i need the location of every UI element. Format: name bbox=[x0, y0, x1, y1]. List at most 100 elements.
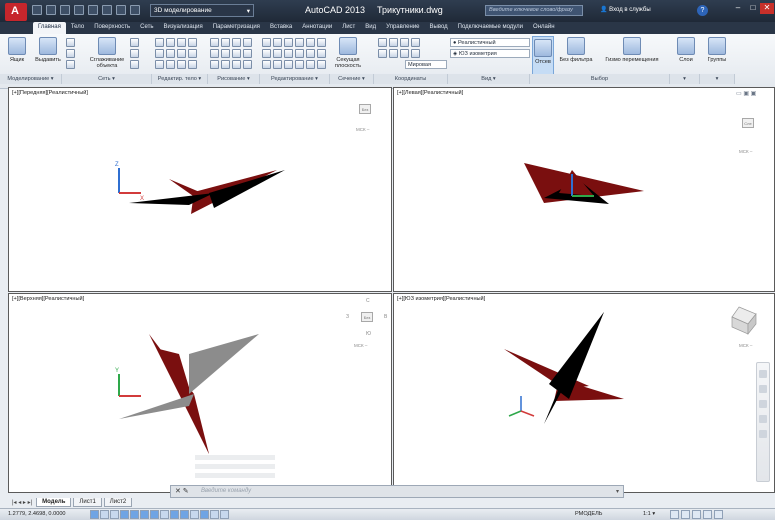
viewport-left[interactable]: [+][Левая][Реалистичный] ▭ ▣ ▣ Сле МСК – bbox=[393, 87, 775, 292]
tab-layout1[interactable]: Лист1 bbox=[73, 498, 102, 507]
union-icon[interactable] bbox=[155, 38, 164, 47]
view-select[interactable]: ◈ ЮЗ изометрия bbox=[450, 49, 530, 58]
osnap-toggle-icon[interactable] bbox=[130, 510, 139, 519]
erase-icon[interactable] bbox=[295, 38, 304, 47]
crease-icon[interactable] bbox=[130, 60, 139, 69]
array-icon[interactable] bbox=[306, 49, 315, 58]
fillet-edge-icon[interactable] bbox=[166, 60, 175, 69]
polysolid-icon[interactable] bbox=[66, 38, 75, 47]
panel-label-modeling[interactable]: Моделирование ▾ bbox=[0, 74, 62, 84]
region-icon[interactable] bbox=[221, 60, 230, 69]
panel-label-groups[interactable]: ▾ bbox=[700, 74, 735, 84]
3d-osnap-toggle-icon[interactable] bbox=[140, 510, 149, 519]
stretch-icon[interactable] bbox=[284, 49, 293, 58]
dyn-toggle-icon[interactable] bbox=[170, 510, 179, 519]
ribbon-tab[interactable]: Онлайн bbox=[528, 22, 559, 34]
sign-in-link[interactable]: 👤 Вход в службы bbox=[600, 6, 651, 13]
taper-icon[interactable] bbox=[177, 60, 186, 69]
3d-move-icon[interactable] bbox=[317, 60, 326, 69]
close-icon[interactable]: ✕ ✎ bbox=[175, 487, 189, 495]
boundary-icon[interactable] bbox=[232, 60, 241, 69]
extrude-button[interactable]: Выдавить bbox=[34, 37, 62, 63]
ribbon-tab[interactable]: Лист bbox=[337, 22, 360, 34]
ucs-zaxis-icon[interactable] bbox=[411, 49, 420, 58]
panel-label-coordinates[interactable]: Координаты bbox=[374, 74, 448, 84]
ribbon-tab[interactable]: Параметризация bbox=[208, 22, 265, 34]
thicken-icon[interactable] bbox=[166, 49, 175, 58]
panel-label-view[interactable]: Вид ▾ bbox=[448, 74, 530, 84]
offset-face-icon[interactable] bbox=[188, 60, 197, 69]
move-icon[interactable] bbox=[262, 38, 271, 47]
undo-icon[interactable] bbox=[102, 5, 112, 15]
culling-button[interactable]: Отсев bbox=[532, 36, 554, 76]
slice-icon[interactable] bbox=[188, 38, 197, 47]
ellipse-icon[interactable] bbox=[232, 49, 241, 58]
minimize-button[interactable]: – bbox=[731, 3, 745, 14]
trim-icon[interactable] bbox=[284, 38, 293, 47]
line-icon[interactable] bbox=[243, 38, 252, 47]
command-input[interactable]: Введите команду bbox=[201, 488, 251, 494]
ucs-icon[interactable] bbox=[378, 38, 387, 47]
shell-icon[interactable] bbox=[155, 60, 164, 69]
polar-toggle-icon[interactable] bbox=[120, 510, 129, 519]
viewport-front[interactable]: [+][Передняя][Реалистичный] Без МСК – Z … bbox=[8, 87, 392, 292]
command-line[interactable]: ✕ ✎ Введите команду ▾ bbox=[170, 485, 624, 498]
ucs-view-icon[interactable] bbox=[389, 49, 398, 58]
lock-icon[interactable] bbox=[681, 510, 690, 519]
tab-model[interactable]: Модель bbox=[36, 498, 72, 507]
save-icon[interactable] bbox=[60, 5, 70, 15]
offset-icon[interactable] bbox=[317, 49, 326, 58]
panel-label-section[interactable]: Сечение ▾ bbox=[330, 74, 374, 84]
panel-label-mesh[interactable]: Сеть ▾ bbox=[62, 74, 152, 84]
redo-icon[interactable] bbox=[116, 5, 126, 15]
layers-button[interactable]: Слои bbox=[674, 37, 698, 63]
fillet-icon[interactable] bbox=[262, 49, 271, 58]
am-toggle-icon[interactable] bbox=[220, 510, 229, 519]
hatch-icon[interactable] bbox=[210, 60, 219, 69]
sc-toggle-icon[interactable] bbox=[210, 510, 219, 519]
ribbon-tab[interactable]: Сеть bbox=[135, 22, 158, 34]
ucs-world-icon[interactable] bbox=[389, 38, 398, 47]
workspace-select[interactable]: 3D моделирование ▾ bbox=[150, 4, 254, 17]
sweep-icon[interactable] bbox=[66, 60, 75, 69]
annotation-scale[interactable]: 1:1 ▾ bbox=[643, 511, 655, 517]
snap-toggle-icon[interactable] bbox=[90, 510, 99, 519]
ribbon-tab[interactable]: Визуализация bbox=[158, 22, 207, 34]
polygon-icon[interactable] bbox=[243, 49, 252, 58]
3d-array-icon[interactable] bbox=[295, 60, 304, 69]
groups-button[interactable]: Группы bbox=[702, 37, 732, 63]
tab-nav-arrows[interactable]: |◂ ◂ ▸ ▸| bbox=[10, 499, 34, 506]
ducs-toggle-icon[interactable] bbox=[160, 510, 169, 519]
clean-screen-icon[interactable] bbox=[714, 510, 723, 519]
panel-label-solid-edit[interactable]: Редактир. тело ▾ bbox=[152, 74, 208, 84]
grid-toggle-icon[interactable] bbox=[100, 510, 109, 519]
ribbon-tab[interactable]: Главная bbox=[33, 22, 66, 34]
panel-label-layers[interactable]: ▾ bbox=[670, 74, 700, 84]
ribbon-tab[interactable]: Тело bbox=[66, 22, 89, 34]
ribbon-tab[interactable]: Поверхность bbox=[89, 22, 135, 34]
rotate-icon[interactable] bbox=[273, 38, 282, 47]
scale-icon[interactable] bbox=[295, 49, 304, 58]
3d-mirror-icon[interactable] bbox=[284, 60, 293, 69]
hardware-accel-icon[interactable] bbox=[692, 510, 701, 519]
plot-icon[interactable] bbox=[88, 5, 98, 15]
interfere-icon[interactable] bbox=[155, 49, 164, 58]
coordinates-readout[interactable]: 1.2779, 2.4698, 0.0000 bbox=[8, 511, 66, 517]
search-input[interactable]: Введите ключевое слово/фразу bbox=[485, 5, 583, 16]
ribbon-tab[interactable]: Вид bbox=[360, 22, 381, 34]
new-file-icon[interactable] bbox=[32, 5, 42, 15]
separate-icon[interactable] bbox=[188, 49, 197, 58]
isolate-objects-icon[interactable] bbox=[703, 510, 712, 519]
smooth-object-button[interactable]: Сглаживание объекта bbox=[88, 37, 126, 69]
pan-icon[interactable] bbox=[759, 385, 767, 393]
box-button[interactable]: Ящик bbox=[4, 37, 30, 63]
ribbon-tab[interactable]: Вывод bbox=[425, 22, 453, 34]
subtract-icon[interactable] bbox=[166, 38, 175, 47]
ribbon-tab[interactable]: Аннотации bbox=[297, 22, 337, 34]
panel-label-modify[interactable]: Редактирование ▾ bbox=[260, 74, 330, 84]
ribbon-tab[interactable]: Вставка bbox=[265, 22, 297, 34]
align-icon[interactable] bbox=[262, 60, 271, 69]
ortho-toggle-icon[interactable] bbox=[110, 510, 119, 519]
ribbon-tab[interactable]: Подключаемые модули bbox=[453, 22, 528, 34]
helix-icon[interactable] bbox=[243, 60, 252, 69]
